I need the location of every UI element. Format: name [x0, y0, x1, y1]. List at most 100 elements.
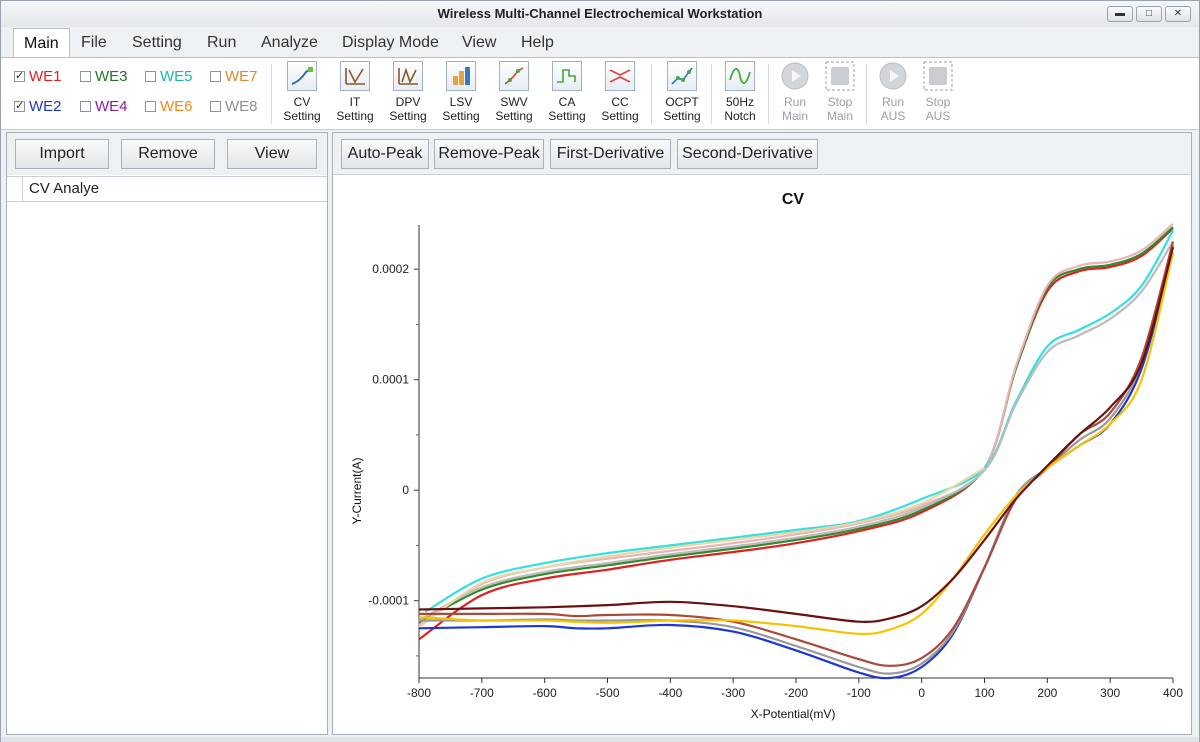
checkbox-unchecked-icon: [145, 101, 156, 112]
toolbar-separator: [651, 64, 652, 124]
app-window: Wireless Multi-Channel Electrochemical W…: [0, 0, 1200, 742]
tool-label: Setting: [495, 109, 533, 123]
tool-label: SWV: [500, 95, 528, 109]
menu-view[interactable]: View: [462, 34, 496, 52]
status-bar: [1, 737, 1199, 742]
tool-label: Setting: [663, 109, 701, 123]
ca-setting-button[interactable]: CA Setting: [541, 61, 593, 123]
play-icon: [780, 61, 810, 91]
x-tick-label: -600: [533, 686, 557, 700]
it-setting-button[interactable]: IT Setting: [329, 61, 381, 123]
menu-main[interactable]: Main: [13, 28, 70, 58]
menu-bar: Main File Setting Run Analyze Display Mo…: [1, 27, 1199, 58]
list-header: CV Analye: [7, 176, 327, 202]
we1-label: WE1: [29, 68, 62, 85]
stop-icon: [923, 61, 953, 91]
cv-setting-button[interactable]: CV Setting: [276, 61, 328, 123]
stop-icon: [825, 61, 855, 91]
swv-setting-button[interactable]: SWV Setting: [488, 61, 540, 123]
we6-label: WE6: [160, 98, 193, 115]
column-header-cv-analye[interactable]: CV Analye: [29, 180, 99, 197]
stop-aus-button[interactable]: Stop AUS: [912, 61, 964, 123]
chart-series-group: [418, 223, 1175, 680]
ocpt-setting-button[interactable]: OCPT Setting: [656, 61, 708, 123]
cv-chart[interactable]: CV X-Potential(mV) Y-Current(A) -800 -700…: [333, 133, 1191, 733]
we4-label: WE4: [95, 98, 128, 115]
x-axis-label: X-Potential(mV): [751, 707, 836, 721]
checkbox-unchecked-icon: [145, 71, 156, 82]
tool-label: Setting: [336, 109, 374, 123]
remove-button[interactable]: Remove: [121, 139, 215, 169]
chart-axes: -800 -700 -600 -500 -400 -300 -200 -100 0 100 200 3…: [368, 225, 1183, 700]
checkbox-unchecked-icon: [210, 71, 221, 82]
menu-file[interactable]: File: [81, 34, 107, 52]
chart-panel: Auto-Peak Remove-Peak First-Derivative S…: [332, 132, 1192, 735]
checkbox-unchecked-icon: [210, 101, 221, 112]
maximize-button[interactable]: □: [1136, 6, 1162, 22]
we5-checkbox[interactable]: WE5: [145, 68, 193, 85]
checkbox-unchecked-icon: [80, 101, 91, 112]
we2-checkbox[interactable]: ✓ WE2: [14, 98, 62, 115]
we3-checkbox[interactable]: WE3: [80, 68, 128, 85]
series-line-2: [418, 226, 1174, 624]
lsv-setting-button[interactable]: LSV Setting: [435, 61, 487, 123]
toolbar-separator: [711, 64, 712, 124]
x-tick-label: 300: [1100, 686, 1120, 700]
we7-label: WE7: [225, 68, 258, 85]
menu-help[interactable]: Help: [521, 34, 554, 52]
tool-label: CC: [611, 95, 629, 109]
tool-label: LSV: [449, 95, 473, 109]
x-tick-label: -200: [784, 686, 808, 700]
x-tick-label: 0: [918, 686, 925, 700]
notch-icon: [725, 61, 755, 91]
chart-title: CV: [782, 191, 805, 208]
we1-checkbox[interactable]: ✓ WE1: [14, 68, 62, 85]
window-title: Wireless Multi-Channel Electrochemical W…: [437, 6, 763, 21]
tool-label: OCPT: [665, 95, 699, 109]
menu-setting[interactable]: Setting: [132, 34, 182, 52]
menu-display-mode[interactable]: Display Mode: [342, 34, 439, 52]
dpv-setting-icon: [393, 61, 423, 91]
x-tick-label: -700: [470, 686, 494, 700]
series-line-4: [424, 229, 1174, 613]
we3-label: WE3: [95, 68, 128, 85]
view-button[interactable]: View: [227, 139, 317, 169]
tool-label: IT: [349, 95, 361, 109]
menu-analyze[interactable]: Analyze: [261, 34, 318, 52]
cc-setting-icon: [605, 61, 635, 91]
ca-setting-icon: [552, 61, 582, 91]
minimize-button[interactable]: ▬: [1107, 6, 1133, 22]
series-line-5: [418, 241, 1174, 622]
dpv-setting-button[interactable]: DPV Setting: [382, 61, 434, 123]
menu-run[interactable]: Run: [207, 34, 236, 52]
notch-button[interactable]: 50Hz Notch: [714, 61, 766, 123]
lsv-setting-icon: [446, 61, 476, 91]
swv-setting-icon: [499, 61, 529, 91]
tool-label: Stop: [925, 95, 951, 109]
series-line-1: [418, 227, 1174, 641]
x-tick-label: 400: [1163, 686, 1183, 700]
x-tick-label: -300: [721, 686, 745, 700]
tool-label: Notch: [724, 109, 756, 123]
checkbox-checked-icon: ✓: [14, 70, 25, 82]
we4-checkbox[interactable]: WE4: [80, 98, 128, 115]
y-tick-label: 0.0001: [372, 373, 409, 387]
tool-label: AUS: [925, 109, 951, 123]
stop-main-button[interactable]: Stop Main: [814, 61, 866, 123]
y-tick-label: 0.0002: [372, 262, 409, 276]
we8-checkbox[interactable]: WE8: [210, 98, 258, 115]
close-button[interactable]: ✕: [1165, 6, 1191, 22]
checkbox-checked-icon: ✓: [14, 100, 25, 112]
import-button[interactable]: Import: [15, 139, 109, 169]
title-bar: Wireless Multi-Channel Electrochemical W…: [1, 1, 1199, 27]
tool-label: Setting: [601, 109, 639, 123]
x-tick-label: 100: [974, 686, 994, 700]
cc-setting-button[interactable]: CC Setting: [594, 61, 646, 123]
we6-checkbox[interactable]: WE6: [145, 98, 193, 115]
ocpt-setting-icon: [667, 61, 697, 91]
we7-checkbox[interactable]: WE7: [210, 68, 258, 85]
checkbox-unchecked-icon: [80, 71, 91, 82]
x-tick-label: -100: [847, 686, 871, 700]
tool-label: Setting: [442, 109, 480, 123]
we2-label: WE2: [29, 98, 62, 115]
